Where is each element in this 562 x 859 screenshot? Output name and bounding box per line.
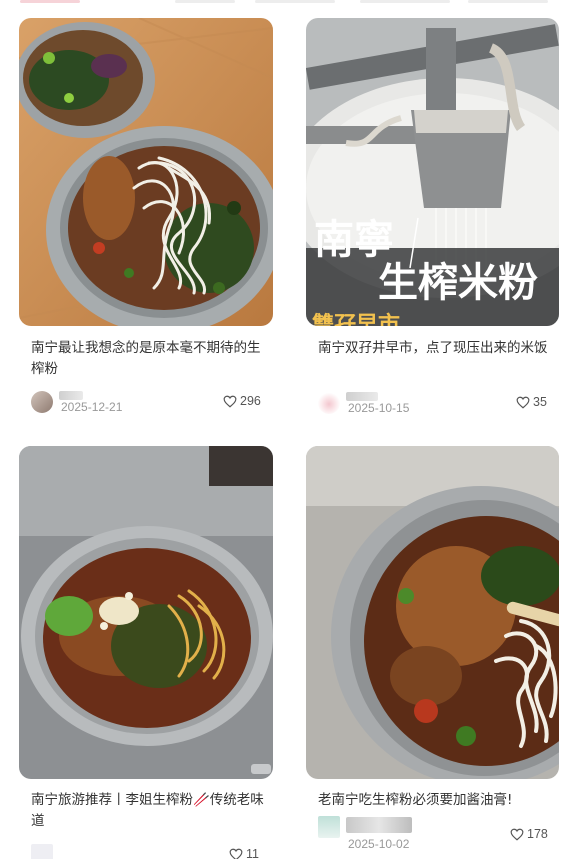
overlay-title-line2: 生榨米粉 (378, 259, 538, 306)
heart-outline-icon (516, 396, 530, 409)
note-meta: 11 (31, 844, 273, 859)
avatar[interactable] (318, 816, 340, 838)
note-date: 2025-10-02 (348, 837, 410, 851)
note-meta: 2025-10-02 178 (318, 816, 560, 856)
like-count: 35 (533, 395, 547, 409)
like-button[interactable]: 35 (516, 395, 547, 409)
heart-outline-icon (229, 848, 243, 859)
note-card[interactable]: 南寧 生榨米粉 雙孖早市 南宁双孖井早市，点了现压出来的米饭 2025-10-1… (306, 18, 560, 428)
note-cover-image[interactable]: 南寧 生榨米粉 雙孖早市 (306, 18, 559, 326)
like-button[interactable]: 178 (510, 827, 548, 841)
like-count: 178 (527, 827, 548, 841)
like-button[interactable]: 11 (229, 847, 259, 859)
note-date: 2025-12-21 (61, 400, 123, 414)
note-card[interactable]: 南宁最让我想念的是原本毫不期待的生榨粉 2025-12-21 296 (19, 18, 273, 428)
like-count: 296 (240, 394, 261, 408)
note-meta: 2025-10-15 35 (318, 392, 560, 415)
note-cover-image[interactable] (19, 18, 273, 326)
note-title[interactable]: 南宁双孖井早市，点了现压出来的米饭 (318, 338, 554, 380)
note-title[interactable]: 南宁旅游推荐丨李姐生榨粉🥢传统老味道 (31, 790, 267, 832)
overlay-tag: 雙孖早市 (312, 312, 400, 326)
avatar[interactable] (31, 844, 53, 859)
author-name-blurred[interactable] (346, 817, 412, 833)
author-name-blurred[interactable] (59, 391, 83, 400)
note-title[interactable]: 南宁最让我想念的是原本毫不期待的生榨粉 (31, 338, 267, 380)
heart-outline-icon (223, 395, 237, 408)
note-cover-image[interactable] (306, 446, 559, 779)
note-card[interactable]: 老南宁吃生榨粉必须要加酱油膏! 2025-10-02 178 (306, 446, 560, 859)
overlay-title-line1: 南寧 (314, 216, 394, 263)
author-name-blurred[interactable] (346, 392, 378, 401)
note-meta: 2025-12-21 296 (31, 391, 273, 414)
note-cover-image[interactable] (19, 446, 273, 779)
note-date: 2025-10-15 (348, 401, 410, 415)
previous-row-edge (0, 0, 562, 6)
avatar[interactable] (318, 392, 340, 414)
like-count: 11 (246, 847, 259, 859)
like-button[interactable]: 296 (223, 394, 261, 408)
avatar[interactable] (31, 391, 53, 413)
note-card[interactable]: 南宁旅游推荐丨李姐生榨粉🥢传统老味道 11 (19, 446, 273, 859)
heart-outline-icon (510, 828, 524, 841)
